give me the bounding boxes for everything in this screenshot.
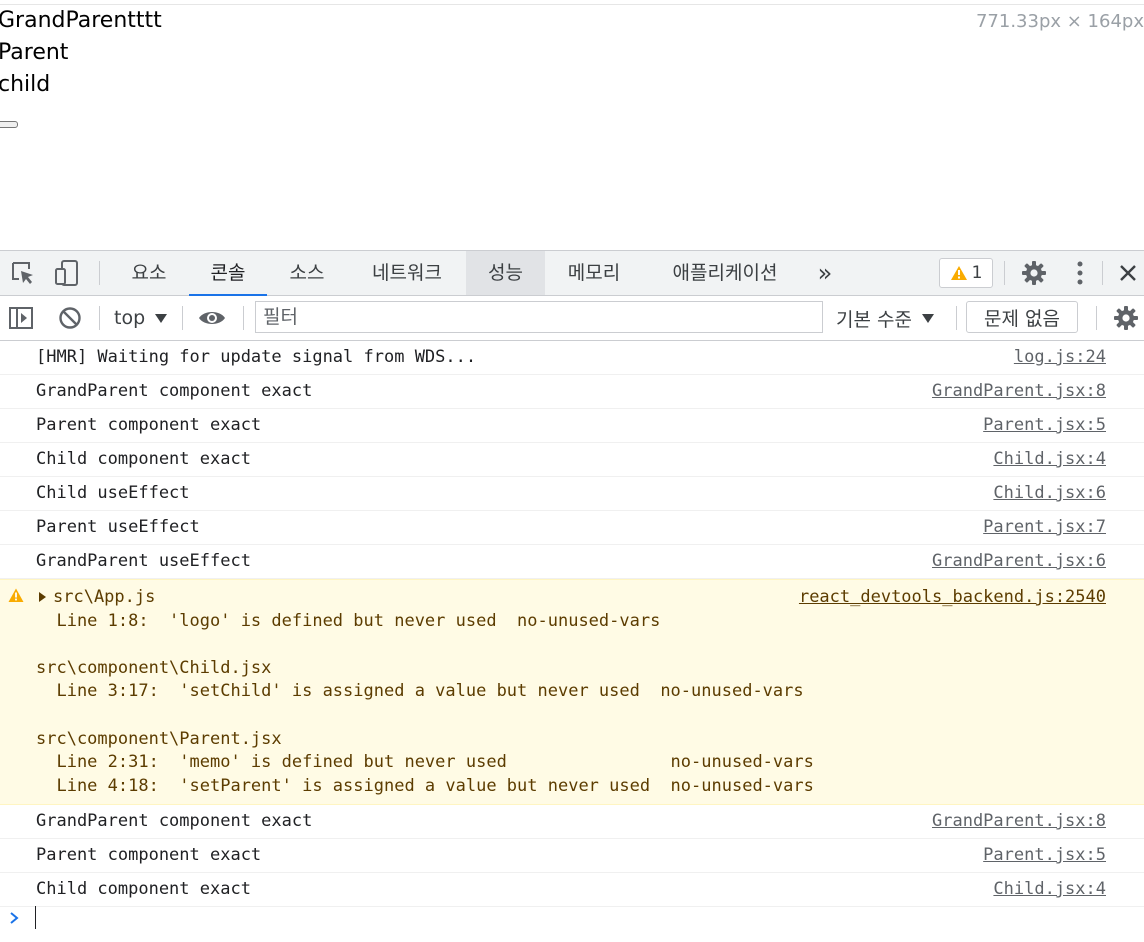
source-link[interactable]: Parent.jsx:5: [983, 409, 1106, 442]
text-caret: [35, 906, 36, 929]
message-text: Parent component exact: [36, 845, 262, 865]
inspect-element-icon[interactable]: [8, 251, 38, 295]
page-viewport: GrandParentttt Parent child 771.33px × 1…: [0, 0, 1144, 250]
context-label: top: [114, 307, 146, 329]
warning-details: Line 1:8: 'logo' is defined but never us…: [36, 610, 814, 796]
device-toolbar-icon[interactable]: [52, 251, 82, 295]
source-link[interactable]: Parent.jsx:7: [983, 511, 1106, 544]
issues-button[interactable]: 문제 없음: [966, 301, 1078, 333]
warning-icon: [8, 588, 24, 602]
dropdown-arrow-icon: [921, 313, 934, 323]
source-link[interactable]: log.js:24: [1014, 341, 1106, 374]
page-button[interactable]: [0, 121, 18, 128]
console-message: GrandParent component exact GrandParent.…: [0, 375, 1144, 409]
source-link[interactable]: Child.jsx:4: [993, 443, 1106, 476]
devtools-tab-bar: 요소 콘솔 소스 네트워크 성능 메모리 애플리케이션 » 1: [0, 250, 1144, 296]
console-message: Parent component exact Parent.jsx:5: [0, 839, 1144, 873]
tab-application[interactable]: 애플리케이션: [650, 251, 800, 295]
log-levels-dropdown[interactable]: 기본 수준: [836, 296, 934, 340]
warning-count: 1: [971, 263, 983, 283]
console-message: GrandParent useEffect GrandParent.jsx:6: [0, 545, 1144, 579]
console-toolbar: top 기본 수준 문제 없음: [0, 296, 1144, 341]
console-message: GrandParent component exact GrandParent.…: [0, 805, 1144, 839]
toolbar-divider: [1096, 306, 1097, 330]
message-text: GrandParent useEffect: [36, 551, 251, 571]
toolbar-divider: [99, 261, 100, 285]
message-text: [HMR] Waiting for update signal from WDS…: [36, 347, 477, 367]
toolbar-divider: [99, 306, 100, 330]
console-settings-gear-icon[interactable]: [1110, 296, 1142, 340]
warning-text: src\App.js Line 1:8: 'logo' is defined b…: [36, 586, 814, 798]
message-text: Parent component exact: [36, 415, 262, 435]
viewport-top-border: [0, 4, 1144, 5]
source-link[interactable]: GrandParent.jsx:6: [932, 545, 1106, 578]
warning-icon: [950, 266, 967, 280]
source-link[interactable]: GrandParent.jsx:8: [932, 375, 1106, 408]
prompt-chevron-icon: [10, 912, 19, 924]
source-link[interactable]: react_devtools_backend.js:2540: [799, 586, 1106, 609]
toolbar-divider: [956, 306, 957, 330]
toolbar-divider: [243, 306, 244, 330]
console-output: [HMR] Waiting for update signal from WDS…: [0, 341, 1144, 942]
page-text-grandparent: GrandParentttt: [0, 8, 162, 33]
console-message: Child component exact Child.jsx:4: [0, 443, 1144, 477]
console-message: Parent useEffect Parent.jsx:7: [0, 511, 1144, 545]
message-text: Parent useEffect: [36, 517, 200, 537]
toolbar-divider: [1102, 261, 1103, 285]
console-message: Parent component exact Parent.jsx:5: [0, 409, 1144, 443]
source-link[interactable]: Child.jsx:6: [993, 477, 1106, 510]
settings-gear-icon[interactable]: [1018, 251, 1050, 295]
more-tabs-button[interactable]: »: [806, 251, 844, 295]
live-expression-eye-icon[interactable]: [196, 296, 228, 340]
console-prompt[interactable]: [0, 901, 1144, 935]
tab-network[interactable]: 네트워크: [348, 251, 466, 295]
context-selector[interactable]: top: [114, 296, 168, 340]
log-levels-label: 기본 수준: [836, 308, 912, 331]
message-text: Child component exact: [36, 449, 251, 469]
warning-first-line: src\App.js: [53, 587, 156, 607]
tab-memory[interactable]: 메모리: [548, 251, 640, 295]
filter-input[interactable]: [255, 301, 823, 333]
message-text: Child useEffect: [36, 483, 190, 503]
warnings-badge[interactable]: 1: [939, 258, 993, 288]
message-text: GrandParent component exact: [36, 811, 313, 831]
console-warning-message: src\App.js Line 1:8: 'logo' is defined b…: [0, 579, 1144, 805]
clear-console-icon[interactable]: [55, 296, 85, 340]
dimensions-overlay: 771.33px × 164px: [975, 11, 1144, 32]
close-devtools-icon[interactable]: [1112, 251, 1144, 295]
source-link[interactable]: GrandParent.jsx:8: [932, 805, 1106, 838]
more-options-kebab-icon[interactable]: [1066, 251, 1094, 295]
toolbar-divider: [182, 306, 183, 330]
source-link[interactable]: Parent.jsx:5: [983, 839, 1106, 872]
dropdown-arrow-icon: [155, 313, 168, 323]
tab-console[interactable]: 콘솔: [189, 251, 267, 296]
tab-sources[interactable]: 소스: [270, 251, 344, 295]
message-text: GrandParent component exact: [36, 381, 313, 401]
show-sidebar-icon[interactable]: [6, 296, 36, 340]
toolbar-divider: [1004, 261, 1005, 285]
page-text-child: child: [0, 72, 51, 97]
tab-elements[interactable]: 요소: [113, 251, 185, 295]
console-message: [HMR] Waiting for update signal from WDS…: [0, 341, 1144, 375]
tab-performance[interactable]: 성능: [466, 251, 545, 295]
page-text-parent: Parent: [0, 40, 69, 65]
console-message: Child useEffect Child.jsx:6: [0, 477, 1144, 511]
